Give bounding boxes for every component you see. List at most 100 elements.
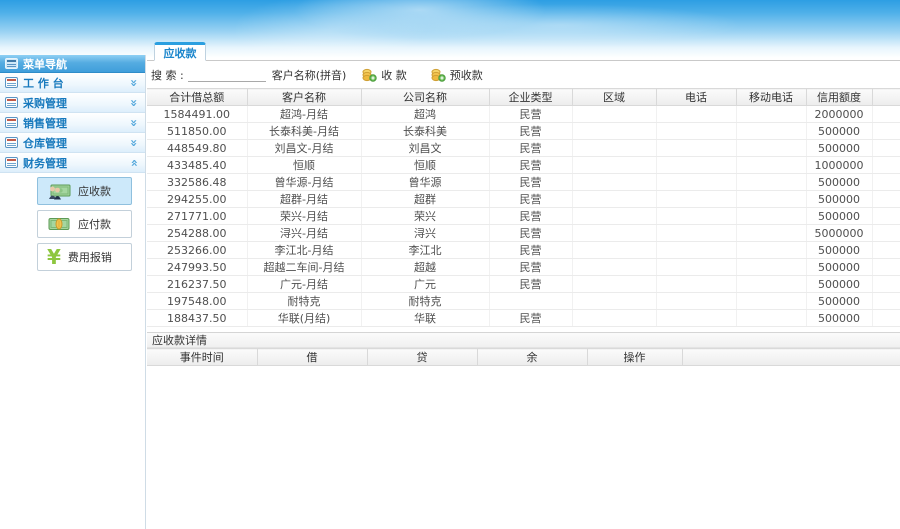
- cell-customer-name: 超鸿-月结: [247, 105, 362, 123]
- table-row[interactable]: 332586.48 曾华源-月结 曾华源 民营 500000: [147, 173, 900, 191]
- cell-total-debit: 433485.40: [147, 156, 248, 174]
- menu-list-icon: [5, 137, 18, 148]
- chevron-double-up-icon[interactable]: [128, 159, 140, 167]
- cell-phone: [656, 207, 737, 225]
- submenu-item-receivables[interactable]: 应收款: [37, 177, 132, 205]
- cell-customer-name: 耐特克: [247, 292, 362, 310]
- cell-enterprise-type: 民营: [489, 139, 573, 157]
- cell-filler: [872, 156, 900, 174]
- cell-enterprise-type: 民营: [489, 258, 573, 276]
- cell-company-name: 耐特克: [361, 292, 490, 310]
- cell-company-name: 超越: [361, 258, 490, 276]
- cell-clipped: [656, 327, 736, 332]
- table-row[interactable]: 433485.40 恒顺 恒顺 民营 1000000: [147, 156, 900, 174]
- cell-enterprise-type: 民营: [489, 275, 573, 293]
- cell-filler: [872, 309, 900, 327]
- sidebar-item-purchase[interactable]: 采购管理: [0, 93, 145, 113]
- search-toolbar: 搜 索 : 客户名称(拼音) 收 款 预收款: [147, 61, 900, 88]
- cell-customer-name: 浔兴-月结: [247, 224, 362, 242]
- cell-filler: [872, 292, 900, 310]
- cell-mobile: [736, 190, 807, 208]
- cell-company-name: 荣兴: [361, 207, 490, 225]
- cell-company-name: 刘昌文: [361, 139, 490, 157]
- table-row[interactable]: 254288.00 浔兴-月结 浔兴 民营 5000000: [147, 224, 900, 242]
- table-row[interactable]: 188437.50 华联(月结) 华联 民营 500000: [147, 309, 900, 327]
- chevron-double-down-icon[interactable]: [128, 119, 140, 127]
- table-row[interactable]: 253266.00 李江北-月结 李江北 民营 500000: [147, 241, 900, 259]
- column-header: 信用额度: [806, 88, 873, 106]
- cell-total-debit: 247993.50: [147, 258, 248, 276]
- column-header: 公司名称: [361, 88, 490, 106]
- cell-enterprise-type: 民营: [489, 224, 573, 242]
- clipped-table-row[interactable]: ...... ...... ...... ......: [147, 327, 900, 332]
- collect-button-label: 收 款: [381, 68, 407, 82]
- cell-region: [572, 207, 657, 225]
- cell-credit-limit: 500000: [806, 190, 873, 208]
- submenu-item-expense[interactable]: ¥ 费用报销: [37, 243, 132, 271]
- table-row[interactable]: 247993.50 超越二车间-月结 超越 民营 500000: [147, 258, 900, 276]
- column-header-filler: [682, 348, 900, 366]
- cell-company-name: 长泰科美: [361, 122, 490, 140]
- cell-clipped: ......: [806, 327, 872, 332]
- finance-submenu: 应收款 应付款 ¥ 费用报销: [0, 173, 145, 271]
- cell-credit-limit: 500000: [806, 258, 873, 276]
- submenu-item-label: 费用报销: [67, 251, 112, 264]
- sidebar-item-warehouse[interactable]: 仓库管理: [0, 133, 145, 153]
- tab-label: 应收款: [163, 46, 197, 60]
- cell-phone: [656, 122, 737, 140]
- cell-credit-limit: 500000: [806, 122, 873, 140]
- tab-receivables[interactable]: 应收款: [154, 42, 206, 61]
- detail-section-header: 应收款详情: [147, 332, 900, 348]
- cell-region: [572, 173, 657, 191]
- column-header-filler: [872, 88, 900, 106]
- table-row[interactable]: 511850.00 长泰科美-月结 长泰科美 民营 500000: [147, 122, 900, 140]
- collect-button[interactable]: 收 款: [362, 67, 407, 83]
- cell-total-debit: 294255.00: [147, 190, 248, 208]
- cell-total-debit: 188437.50: [147, 309, 248, 327]
- cell-total-debit: 254288.00: [147, 224, 248, 242]
- cell-phone: [656, 309, 737, 327]
- cell-customer-name: 恒顺: [247, 156, 362, 174]
- column-header: 合计借总额: [147, 88, 248, 106]
- precollect-button-label: 预收款: [449, 68, 483, 82]
- cell-company-name: 曾华源: [361, 173, 490, 191]
- cell-customer-name: 长泰科美-月结: [247, 122, 362, 140]
- table-row[interactable]: 216237.50 广元-月结 广元 民营 500000: [147, 275, 900, 293]
- cell-customer-name: 李江北-月结: [247, 241, 362, 259]
- cell-mobile: [736, 122, 807, 140]
- cell-filler: [872, 105, 900, 123]
- main-panel: 应收款 搜 索 : 客户名称(拼音) 收 款 预收款 合计借总额 客户名称 公司…: [147, 42, 900, 529]
- sidebar-item-finance[interactable]: 财务管理: [0, 153, 145, 173]
- table-row[interactable]: 1584491.00 超鸿-月结 超鸿 民营 2000000: [147, 105, 900, 123]
- receivable-icon: [49, 184, 71, 200]
- cell-region: [572, 309, 657, 327]
- menu-list-icon: [5, 157, 18, 168]
- cell-region: [572, 258, 657, 276]
- table-row[interactable]: 448549.80 刘昌文-月结 刘昌文 民营 500000: [147, 139, 900, 157]
- cell-mobile: [736, 224, 807, 242]
- chevron-double-down-icon[interactable]: [128, 99, 140, 107]
- chevron-double-down-icon[interactable]: [128, 139, 140, 147]
- table-row[interactable]: 197548.00 耐特克 耐特克 500000: [147, 292, 900, 310]
- column-header: 余: [477, 348, 588, 366]
- cell-enterprise-type: [489, 292, 573, 310]
- table-row[interactable]: 271771.00 荣兴-月结 荣兴 民营 500000: [147, 207, 900, 225]
- cell-company-name: 华联: [361, 309, 490, 327]
- sidebar-header-label: 菜单导航: [23, 57, 67, 71]
- cell-clipped: ......: [361, 327, 489, 332]
- cell-clipped: [736, 327, 806, 332]
- column-header: 借: [257, 348, 368, 366]
- menu-list-icon: [5, 97, 18, 108]
- precollect-button[interactable]: 预收款: [431, 67, 483, 83]
- cell-total-debit: 511850.00: [147, 122, 248, 140]
- column-header: 区域: [572, 88, 657, 106]
- submenu-item-payables[interactable]: 应付款: [37, 210, 132, 238]
- sidebar-item-workbench[interactable]: 工 作 台: [0, 73, 145, 93]
- search-input[interactable]: [187, 67, 266, 82]
- cell-region: [572, 275, 657, 293]
- cell-credit-limit: 500000: [806, 241, 873, 259]
- sidebar-item-sales[interactable]: 销售管理: [0, 113, 145, 133]
- sidebar-item-label: 销售管理: [23, 116, 67, 130]
- table-row[interactable]: 294255.00 超群-月结 超群 民营 500000: [147, 190, 900, 208]
- chevron-double-down-icon[interactable]: [128, 79, 140, 87]
